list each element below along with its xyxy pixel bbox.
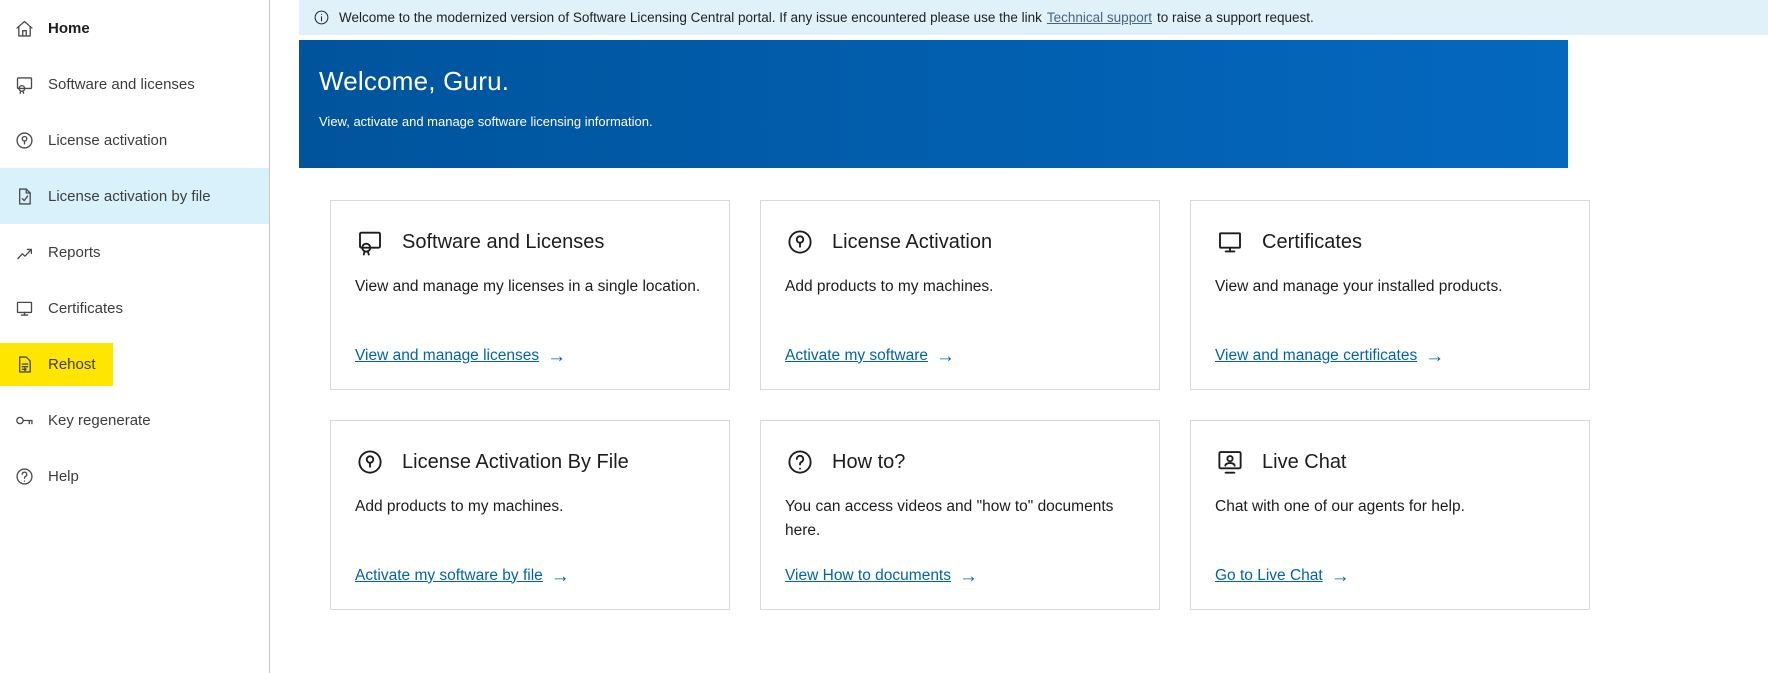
sidebar-item-label: Home — [48, 20, 90, 37]
card-title: Certificates — [1262, 231, 1362, 254]
sidebar: Home Software and licenses License activ… — [0, 0, 270, 673]
sidebar-item-label: Rehost — [48, 356, 96, 373]
card-description: View and manage your installed products. — [1215, 275, 1565, 299]
software-licenses-icon — [355, 227, 385, 257]
arrow-right-icon — [551, 567, 570, 586]
sidebar-item-label: Key regenerate — [48, 412, 151, 429]
sidebar-item-license-activation[interactable]: License activation — [0, 112, 269, 168]
welcome-title: Welcome, Guru. — [319, 66, 1548, 97]
arrow-right-icon — [547, 347, 566, 366]
view-and-manage-licenses-link[interactable]: View and manage licenses — [355, 346, 566, 365]
license-activation-by-file-icon — [355, 447, 385, 477]
link-label: Activate my software — [785, 347, 928, 365]
app-root: Home Software and licenses License activ… — [0, 0, 1768, 673]
sidebar-item-home[interactable]: Home — [0, 0, 269, 56]
activate-my-software-by-file-link[interactable]: Activate my software by file — [355, 566, 570, 585]
software-licenses-icon — [14, 74, 35, 95]
card-header: Live Chat — [1215, 447, 1565, 477]
card-description: Chat with one of our agents for help. — [1215, 495, 1565, 519]
sidebar-item-label: License activation — [48, 132, 167, 149]
sidebar-item-certificates[interactable]: Certificates — [0, 280, 269, 336]
sidebar-item-rehost[interactable]: Rehost — [0, 336, 269, 392]
card-title: Live Chat — [1262, 451, 1347, 474]
help-icon — [14, 466, 35, 487]
link-label: View How to documents — [785, 567, 951, 585]
card-software-and-licenses: Software and Licenses View and manage my… — [330, 200, 730, 390]
reports-icon — [14, 242, 35, 263]
card-live-chat: Live Chat Chat with one of our agents fo… — [1190, 420, 1590, 610]
card-header: Certificates — [1215, 227, 1565, 257]
license-activation-icon — [14, 130, 35, 151]
help-icon — [785, 447, 815, 477]
info-banner-text: Welcome to the modernized version of Sof… — [339, 10, 1314, 25]
sidebar-nav: Home Software and licenses License activ… — [0, 0, 269, 504]
card-title: License Activation — [832, 231, 992, 254]
rehost-icon — [14, 354, 35, 375]
welcome-subtitle: View, activate and manage software licen… — [319, 114, 1548, 129]
sidebar-item-help[interactable]: Help — [0, 448, 269, 504]
card-license-activation: License Activation Add products to my ma… — [760, 200, 1160, 390]
info-text-after: to raise a support request. — [1157, 10, 1314, 25]
arrow-right-icon — [1331, 567, 1350, 586]
info-text-before: Welcome to the modernized version of Sof… — [339, 10, 1042, 25]
card-how-to: How to? You can access videos and "how t… — [760, 420, 1160, 610]
info-icon — [313, 9, 330, 26]
card-header: License Activation By File — [355, 447, 705, 477]
sidebar-item-key-regenerate[interactable]: Key regenerate — [0, 392, 269, 448]
sidebar-item-label: Reports — [48, 244, 101, 261]
card-title: License Activation By File — [402, 451, 629, 474]
card-header: How to? — [785, 447, 1135, 477]
cards-grid: Software and Licenses View and manage my… — [330, 200, 1590, 610]
sidebar-item-software-and-licenses[interactable]: Software and licenses — [0, 56, 269, 112]
card-title: How to? — [832, 451, 905, 474]
card-description: Add products to my machines. — [355, 495, 705, 519]
rehost-yellow-highlight: Rehost — [0, 343, 113, 386]
welcome-banner: Welcome, Guru. View, activate and manage… — [299, 40, 1568, 168]
card-title: Software and Licenses — [402, 231, 604, 254]
activate-my-software-link[interactable]: Activate my software — [785, 346, 955, 365]
card-header: Software and Licenses — [355, 227, 705, 257]
view-how-to-documents-link[interactable]: View How to documents — [785, 566, 978, 585]
sidebar-item-license-activation-by-file[interactable]: License activation by file — [0, 168, 269, 224]
card-certificates: Certificates View and manage your instal… — [1190, 200, 1590, 390]
arrow-right-icon — [1425, 347, 1444, 366]
link-label: Go to Live Chat — [1215, 567, 1323, 585]
link-label: View and manage certificates — [1215, 347, 1417, 365]
certificates-icon — [1215, 227, 1245, 257]
arrow-right-icon — [936, 347, 955, 366]
sidebar-item-label: Help — [48, 468, 79, 485]
link-label: Activate my software by file — [355, 567, 543, 585]
info-banner: Welcome to the modernized version of Sof… — [299, 0, 1768, 35]
certificates-icon — [14, 298, 35, 319]
license-activation-by-file-icon — [14, 186, 35, 207]
view-and-manage-certificates-link[interactable]: View and manage certificates — [1215, 346, 1444, 365]
card-description: View and manage my licenses in a single … — [355, 275, 705, 299]
card-header: License Activation — [785, 227, 1135, 257]
sidebar-item-label: Software and licenses — [48, 76, 195, 93]
license-activation-icon — [785, 227, 815, 257]
go-to-live-chat-link[interactable]: Go to Live Chat — [1215, 566, 1350, 585]
sidebar-item-reports[interactable]: Reports — [0, 224, 269, 280]
home-icon — [14, 18, 35, 39]
link-label: View and manage licenses — [355, 347, 539, 365]
main-content: Welcome to the modernized version of Sof… — [270, 0, 1768, 673]
card-description: You can access videos and "how to" docum… — [785, 495, 1135, 543]
sidebar-item-label: Certificates — [48, 300, 123, 317]
sidebar-item-label: License activation by file — [48, 188, 211, 205]
card-license-activation-by-file: License Activation By File Add products … — [330, 420, 730, 610]
arrow-right-icon — [959, 567, 978, 586]
technical-support-link[interactable]: Technical support — [1047, 10, 1152, 25]
key-icon — [14, 410, 35, 431]
live-chat-icon — [1215, 447, 1245, 477]
card-description: Add products to my machines. — [785, 275, 1135, 299]
